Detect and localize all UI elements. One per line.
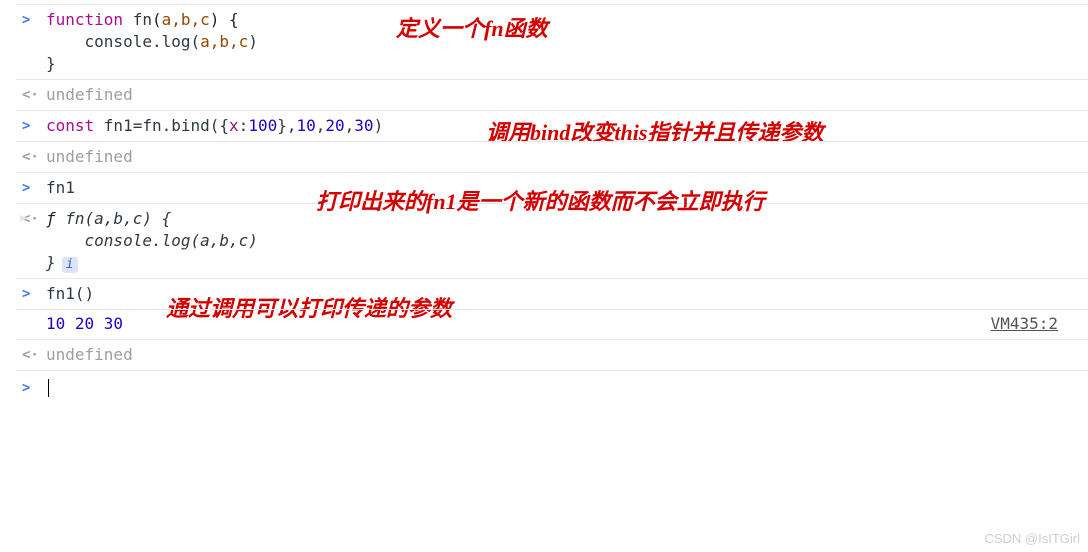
code-line: console.log( (46, 32, 200, 51)
console-output-row: <· undefined (16, 141, 1088, 172)
code-line: fn1 (46, 177, 1088, 199)
chevron-right-icon: > (22, 283, 46, 305)
colon: : (239, 116, 249, 135)
console-output-row: <· undefined (16, 339, 1088, 370)
chevron-right-icon: > (22, 115, 46, 137)
code-line: fn1() (46, 283, 1088, 305)
function-glyph-icon: ƒ (46, 209, 65, 228)
number-literal: 20 (325, 116, 344, 135)
chevron-right-icon: > (22, 377, 46, 399)
console-output-row: <· ƒ fn(a,b,c) { console.log(a,b,c) }i ▸… (16, 203, 1088, 278)
code-text: console.log(a,b,c) (46, 231, 258, 250)
console-input-row[interactable]: > const fn1=fn.bind({x:100},10,20,30) 调用… (16, 110, 1088, 141)
number-literal: 10 (296, 116, 315, 135)
keyword-function: function (46, 10, 133, 29)
code-text: fn1=fn.bind({ (104, 116, 229, 135)
chevron-right-icon: > (22, 9, 46, 31)
chevron-left-icon: <· (22, 84, 46, 106)
brace-close: } (46, 253, 56, 272)
chevron-left-icon: <· (22, 344, 46, 366)
console-prompt[interactable]: > (16, 370, 1088, 403)
watermark: CSDN @IsITGirl (984, 531, 1080, 546)
paren-close: ) { (210, 10, 239, 29)
console-input-row[interactable]: > fn1() 通过调用可以打印传递的参数 (16, 278, 1088, 309)
paren-open: ( (152, 10, 162, 29)
log-values: 10 20 30 (46, 314, 123, 333)
code-block: function fn(a,b,c) { console.log(a,b,c) … (46, 9, 1088, 75)
text-cursor-icon (48, 379, 49, 397)
expand-triangle-icon[interactable]: ▸ (18, 210, 29, 228)
fn-args: a,b,c (162, 10, 210, 29)
paren-close: ) (374, 116, 384, 135)
brace-close: } (46, 54, 56, 73)
log-args: a,b,c (200, 32, 248, 51)
chevron-left-icon: <· (22, 146, 46, 168)
keyword-const: const (46, 116, 104, 135)
number-literal: 100 (248, 116, 277, 135)
chevron-right-icon: > (22, 177, 46, 199)
fn-name: fn (133, 10, 152, 29)
function-dump: ƒ fn(a,b,c) { console.log(a,b,c) } i (46, 208, 1088, 274)
vm-source-link[interactable]: VM435:2 (991, 314, 1058, 333)
undefined-output: undefined (46, 146, 1088, 168)
console-output-row: <· undefined (16, 79, 1088, 110)
console-input-row[interactable]: > fn1 (16, 172, 1088, 203)
undefined-output: undefined (46, 84, 1088, 106)
code-text: fn(a,b,c) { (65, 209, 171, 228)
obj-prop: x (229, 116, 239, 135)
console-input-row[interactable]: > function fn(a,b,c) { console.log(a,b,c… (16, 4, 1088, 79)
code-line-end: ) (248, 32, 258, 51)
code-text: }, (277, 116, 296, 135)
comma: , (345, 116, 355, 135)
undefined-output: undefined (46, 344, 1088, 366)
number-literal: 30 (354, 116, 373, 135)
console-area: > function fn(a,b,c) { console.log(a,b,c… (0, 0, 1088, 403)
info-icon[interactable]: i (62, 257, 78, 273)
console-log-output: 10 20 30 VM435:2 (16, 309, 1088, 339)
comma: , (316, 116, 326, 135)
code-line: const fn1=fn.bind({x:100},10,20,30) (46, 115, 1088, 137)
